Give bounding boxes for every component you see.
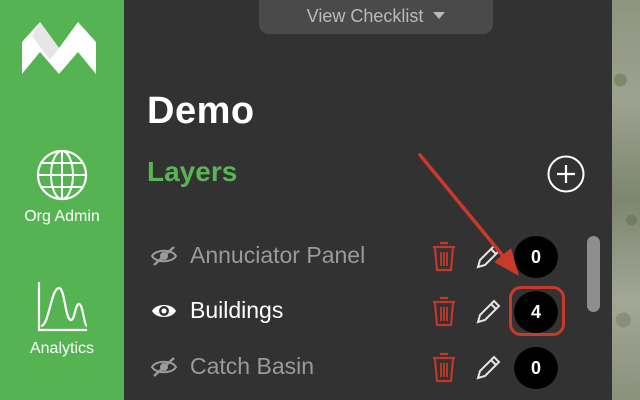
scrollbar-thumb[interactable] bbox=[587, 236, 600, 312]
annotation-highlight bbox=[509, 286, 565, 336]
layers-panel bbox=[124, 0, 612, 400]
pencil-icon[interactable] bbox=[474, 298, 502, 326]
layer-name: Catch Basin bbox=[190, 353, 315, 379]
app-logo[interactable] bbox=[22, 22, 96, 74]
pencil-icon[interactable] bbox=[474, 243, 502, 271]
eye-icon[interactable] bbox=[150, 300, 178, 322]
caret-down-icon bbox=[433, 11, 446, 19]
layer-row: Annuciator Panel 0 bbox=[150, 236, 590, 278]
nav-item-analytics[interactable]: Analytics bbox=[0, 280, 124, 358]
layer-row: Catch Basin 0 bbox=[150, 347, 590, 389]
map-background bbox=[612, 0, 640, 400]
nav-label-org-admin: Org Admin bbox=[24, 208, 100, 225]
add-layer-button[interactable] bbox=[547, 155, 585, 193]
eye-slash-icon[interactable] bbox=[150, 245, 178, 267]
nav-label-analytics: Analytics bbox=[29, 340, 95, 357]
nav-item-org-admin[interactable]: Org Admin bbox=[0, 148, 124, 226]
view-checklist-dropdown[interactable]: View Checklist bbox=[259, 0, 493, 34]
trash-icon[interactable] bbox=[431, 295, 457, 327]
count-badge: 0 bbox=[514, 347, 558, 389]
layer-name: Buildings bbox=[190, 297, 284, 323]
chart-icon bbox=[37, 282, 89, 332]
view-checklist-label: View Checklist bbox=[306, 6, 424, 26]
app-window: Org Admin Analytics View Checklist Demo … bbox=[0, 0, 640, 400]
trash-icon[interactable] bbox=[431, 240, 457, 272]
count-badge: 0 bbox=[514, 236, 558, 278]
layers-heading: Layers bbox=[147, 156, 238, 187]
layer-name: Annuciator Panel bbox=[190, 242, 366, 268]
pencil-icon[interactable] bbox=[474, 354, 502, 382]
trash-icon[interactable] bbox=[431, 351, 457, 383]
eye-slash-icon[interactable] bbox=[150, 356, 178, 378]
globe-icon bbox=[36, 149, 88, 201]
project-title: Demo bbox=[147, 90, 255, 132]
nav-rail: Org Admin Analytics bbox=[0, 0, 124, 400]
